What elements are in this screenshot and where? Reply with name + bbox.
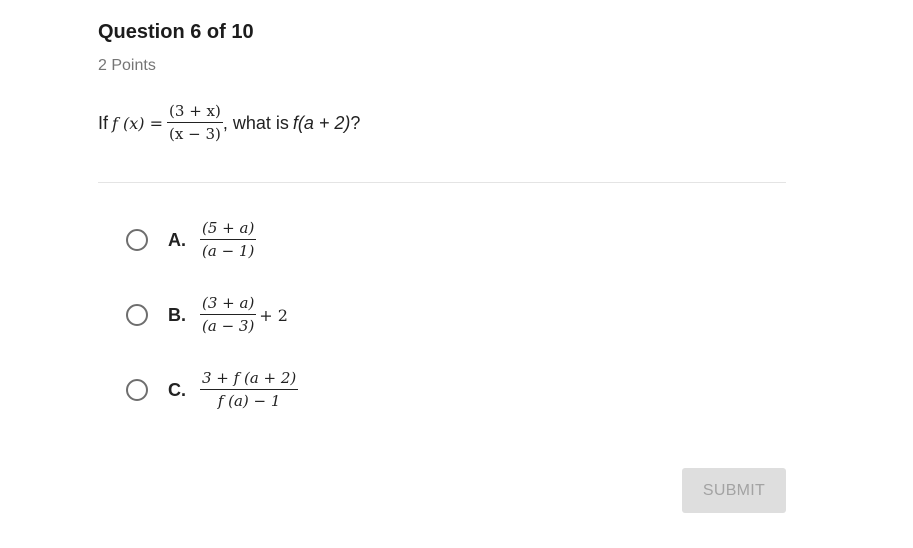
option-fraction-c: 3 + f (a + 2) f (a) − 1 [200,371,299,410]
fraction-denominator: (x − 3) [169,125,221,143]
radio-button-b[interactable] [126,304,148,326]
radio-button-a[interactable] [126,229,148,251]
prompt-middle: , what is [222,112,289,133]
option-c[interactable]: C. 3 + f (a + 2) f (a) − 1 [126,362,299,418]
option-numerator-c: 3 + f (a + 2) [200,371,299,390]
radio-button-c[interactable] [126,379,148,401]
target-expression: f(a + 2) [292,112,351,133]
option-fraction-a: (5 + a) (a − 1) [200,221,257,260]
option-denominator-b: (a − 3) [202,317,255,335]
points-label: 2 Points [98,57,156,74]
question-fraction: (3 + x) (x − 3) [167,104,223,142]
option-letter-a: A. [168,229,186,250]
option-letter-c: C. [168,379,186,400]
fraction-numerator: (3 + x) [167,104,223,123]
option-fraction-b: (3 + a) (a − 3) [200,296,257,335]
prompt-prefix: If [98,112,109,133]
question-prompt: If f (x) = (3 + x) (x − 3) , what is f(a… [98,98,360,148]
submit-button[interactable]: SUBMIT [682,468,786,513]
option-tail-b: + 2 [259,305,288,325]
question-title: Question 6 of 10 [98,21,254,43]
option-denominator-a: (a − 1) [202,242,255,260]
prompt-suffix: ? [350,112,361,133]
divider [98,182,786,183]
option-denominator-c: f (a) − 1 [217,392,281,410]
option-numerator-a: (5 + a) [200,221,257,240]
option-numerator-b: (3 + a) [200,296,257,315]
option-a[interactable]: A. (5 + a) (a − 1) [126,212,257,268]
option-b[interactable]: B. (3 + a) (a − 3) + 2 [126,287,288,343]
option-letter-b: B. [168,304,186,325]
function-lhs: f (x) = [112,113,164,133]
